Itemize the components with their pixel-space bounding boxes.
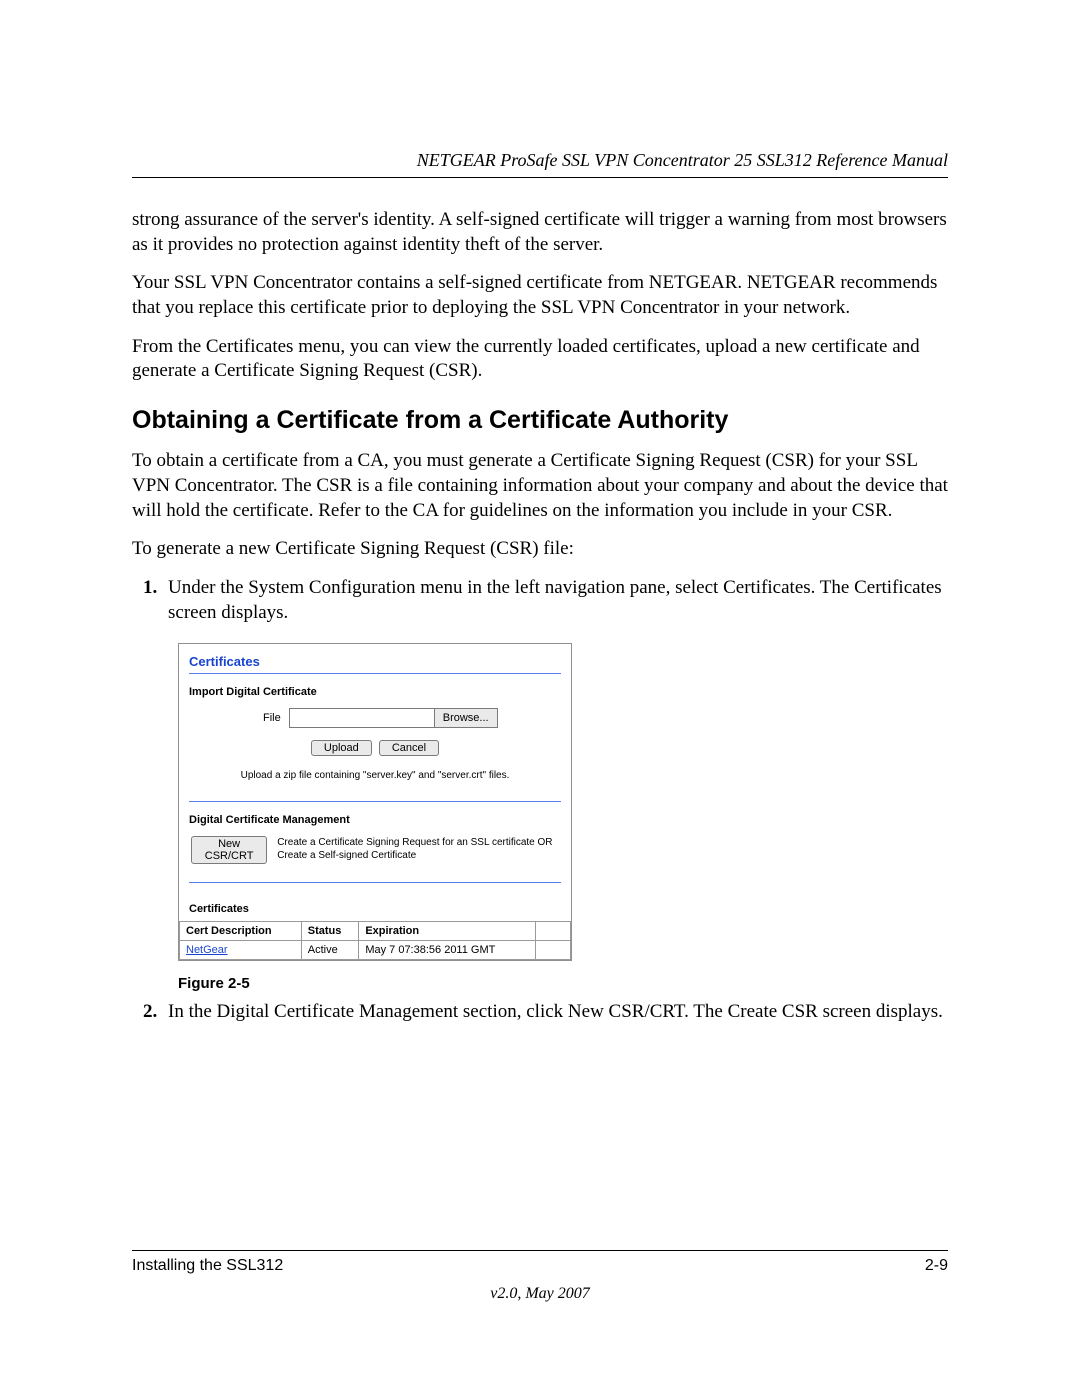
cert-table-title: Certificates bbox=[179, 899, 571, 921]
button-row: Upload Cancel bbox=[189, 740, 561, 756]
header-rule bbox=[132, 177, 948, 178]
footer-version: v2.0, May 2007 bbox=[132, 1285, 948, 1303]
file-picker[interactable]: Browse... bbox=[289, 708, 498, 728]
col-actions bbox=[536, 922, 571, 941]
new-csr-button[interactable]: New CSR/CRT bbox=[191, 836, 267, 864]
import-section-title: Import Digital Certificate bbox=[189, 686, 561, 698]
running-header: NETGEAR ProSafe SSL VPN Concentrator 25 … bbox=[132, 150, 948, 171]
ordered-steps: In the Digital Certificate Management se… bbox=[132, 1000, 948, 1025]
certificates-panel: Certificates Import Digital Certificate … bbox=[178, 643, 572, 961]
document-page: NETGEAR ProSafe SSL VPN Concentrator 25 … bbox=[0, 0, 1080, 1397]
cancel-button[interactable]: Cancel bbox=[379, 740, 439, 756]
step-item: Under the System Configuration menu in t… bbox=[162, 576, 948, 625]
body-paragraph: To obtain a certificate from a CA, you m… bbox=[132, 449, 948, 523]
cert-status: Active bbox=[301, 941, 359, 960]
ordered-steps: Under the System Configuration menu in t… bbox=[132, 576, 948, 625]
footer-rule bbox=[132, 1250, 948, 1251]
mgmt-section-title: Digital Certificate Management bbox=[189, 814, 561, 826]
section-heading: Obtaining a Certificate from a Certifica… bbox=[132, 406, 948, 435]
body-paragraph: To generate a new Certificate Signing Re… bbox=[132, 537, 948, 562]
panel-separator bbox=[189, 801, 561, 802]
cert-expiration: May 7 07:38:56 2011 GMT bbox=[359, 941, 536, 960]
upload-button[interactable]: Upload bbox=[311, 740, 372, 756]
file-row: File Browse... bbox=[189, 708, 561, 728]
cert-link[interactable]: NetGear bbox=[186, 944, 228, 956]
file-label: File bbox=[263, 712, 281, 724]
footer-right: 2-9 bbox=[925, 1257, 948, 1275]
browse-button[interactable]: Browse... bbox=[434, 709, 497, 727]
body-paragraph: Your SSL VPN Concentrator contains a sel… bbox=[132, 271, 948, 320]
col-status: Status bbox=[301, 922, 359, 941]
figure-caption: Figure 2-5 bbox=[178, 975, 948, 992]
footer-left: Installing the SSL312 bbox=[132, 1257, 283, 1275]
upload-hint: Upload a zip file containing "server.key… bbox=[189, 770, 561, 781]
certificates-table: Cert Description Status Expiration NetGe… bbox=[179, 921, 571, 960]
panel-separator bbox=[189, 673, 561, 674]
panel-title: Certificates bbox=[189, 654, 561, 669]
file-input[interactable] bbox=[290, 709, 434, 727]
table-row: NetGear Active May 7 07:38:56 2011 GMT bbox=[180, 941, 571, 960]
page-footer: Installing the SSL312 2-9 v2.0, May 2007 bbox=[132, 1250, 948, 1303]
panel-separator bbox=[189, 882, 561, 883]
table-header-row: Cert Description Status Expiration bbox=[180, 922, 571, 941]
body-paragraph: strong assurance of the server's identit… bbox=[132, 208, 948, 257]
cert-actions bbox=[536, 941, 571, 960]
figure: Certificates Import Digital Certificate … bbox=[178, 643, 948, 961]
body-paragraph: From the Certificates menu, you can view… bbox=[132, 335, 948, 384]
col-expiration: Expiration bbox=[359, 922, 536, 941]
mgmt-description: Create a Certificate Signing Request for… bbox=[277, 836, 561, 862]
step-item: In the Digital Certificate Management se… bbox=[162, 1000, 948, 1025]
mgmt-row: New CSR/CRT Create a Certificate Signing… bbox=[189, 836, 561, 864]
col-cert-description: Cert Description bbox=[180, 922, 302, 941]
